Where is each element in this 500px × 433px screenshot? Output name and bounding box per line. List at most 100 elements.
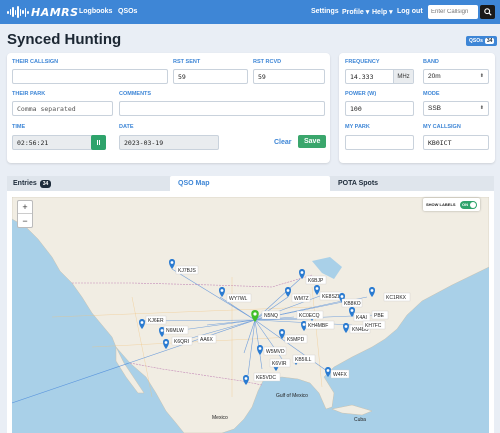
nav-profile-dropdown[interactable]: Profile ▾ <box>342 8 369 16</box>
map-label: N6MLW <box>166 328 184 334</box>
nav-qsos[interactable]: QSOs <box>118 8 137 15</box>
station-settings-card: FREQUENCY 14.333 MHz BAND 20m ⬍ POWER (W… <box>339 53 495 163</box>
tab-entries-label: Entries <box>13 180 37 187</box>
show-labels-toggle[interactable]: ON <box>460 201 477 209</box>
power-label: POWER (W) <box>345 91 377 97</box>
map-label: KC1RKX <box>386 295 407 301</box>
pause-time-button[interactable] <box>91 135 106 150</box>
mode-label: MODE <box>423 91 440 97</box>
zoom-in-button[interactable]: + <box>18 201 32 214</box>
brand-name: HAMRS <box>31 5 79 19</box>
band-label: BAND <box>423 59 439 65</box>
map-label: K6BJP <box>308 278 324 284</box>
frequency-label: FREQUENCY <box>345 59 380 65</box>
qso-badge-count: 34 <box>484 38 495 44</box>
map-label: K6VIR <box>272 361 287 367</box>
map-label: KH7FC <box>365 323 382 329</box>
rst-sent-label: RST SENT <box>173 59 201 65</box>
search-icon <box>483 8 492 16</box>
qso-map[interactable]: KJ7BJS WY7WL K6BJP WM7Z KE8SZL KC1RKX KB… <box>12 197 489 433</box>
my-park-input[interactable] <box>345 135 414 150</box>
rst-sent-input[interactable]: 59 <box>173 69 248 84</box>
nav-logout[interactable]: Log out <box>397 8 423 15</box>
hamrs-logo[interactable]: HAMRS <box>7 6 79 19</box>
time-label: TIME <box>12 124 26 130</box>
home-station-label: N5NQ <box>264 313 278 319</box>
qso-badge-label: QSOs <box>469 38 483 44</box>
pause-icon <box>96 140 101 145</box>
search-button[interactable] <box>480 5 495 19</box>
map-label: KB8KO <box>344 301 361 307</box>
their-callsign-label: THEIR CALLSIGN <box>12 59 59 65</box>
navbar: HAMRS Logbooks QSOs Settings Profile ▾ H… <box>0 0 500 24</box>
waveform-icon <box>7 6 29 18</box>
map-label: KH4MBF <box>308 323 328 329</box>
comments-input[interactable] <box>119 101 325 116</box>
tab-pota-spots[interactable]: POTA Spots <box>338 176 378 191</box>
qso-count-badge: QSOs 34 <box>466 36 498 46</box>
map-label: WM7Z <box>294 296 309 302</box>
map-label: PBE <box>374 313 385 319</box>
frequency-value: 14.333 <box>350 73 374 81</box>
entries-count-badge: 34 <box>39 179 52 188</box>
comments-label: COMMENTS <box>119 91 152 97</box>
map-label: KJ6ER <box>148 318 164 324</box>
map-label: W4FX <box>333 372 348 378</box>
map-canvas: KJ7BJS WY7WL K6BJP WM7Z KE8SZL KC1RKX KB… <box>12 197 489 433</box>
rst-rcvd-input[interactable]: 59 <box>253 69 325 84</box>
tab-qso-map-label: QSO Map <box>178 180 210 187</box>
map-label: K5MPD <box>287 337 305 343</box>
date-label: DATE <box>119 124 134 130</box>
qso-entry-card: THEIR CALLSIGN RST SENT 59 RST RCVD 59 T… <box>7 53 330 163</box>
land-cuba <box>331 404 373 416</box>
their-callsign-input[interactable] <box>12 69 168 84</box>
nav-help-dropdown[interactable]: Help ▾ <box>372 8 393 16</box>
time-input[interactable]: 02:56:21 <box>12 135 94 150</box>
mode-value: SSB <box>428 105 442 112</box>
my-callsign-label: MY CALLSIGN <box>423 124 461 130</box>
show-labels-control: SHOW LABELS ON <box>423 198 480 211</box>
band-select[interactable]: 20m ⬍ <box>423 69 489 84</box>
date-input[interactable]: 2023-03-19 <box>119 135 219 150</box>
nav-logbooks[interactable]: Logbooks <box>79 8 112 15</box>
their-park-input[interactable]: Comma separated <box>12 101 113 116</box>
map-label: KJ7BJS <box>178 268 196 274</box>
map-label: KB5ILL <box>295 357 312 363</box>
tab-pota-spots-label: POTA Spots <box>338 180 379 187</box>
zoom-control: + − <box>17 200 33 228</box>
map-label: KE5VDC <box>256 375 276 381</box>
mode-select[interactable]: SSB ⬍ <box>423 101 489 116</box>
land-north-america <box>12 197 489 433</box>
map-label: K6QRI <box>174 339 189 345</box>
map-label: W5MVD <box>266 349 285 355</box>
power-input[interactable]: 100 <box>345 101 414 116</box>
map-label: WY7WL <box>229 296 248 302</box>
save-button[interactable]: Save <box>298 135 327 148</box>
their-park-label: THEIR PARK <box>12 91 46 97</box>
show-labels-label: SHOW LABELS <box>426 202 456 207</box>
zoom-out-button[interactable]: − <box>18 214 32 227</box>
nav-settings[interactable]: Settings <box>311 8 339 15</box>
toggle-knob <box>470 202 476 208</box>
map-label: K4AI <box>356 315 367 321</box>
clear-button[interactable]: Clear <box>274 139 292 146</box>
tab-bar: Entries 34 QSO Map POTA Spots <box>7 176 494 191</box>
map-pin <box>325 367 331 377</box>
callsign-search-input[interactable] <box>428 5 478 19</box>
region-label: Mexico <box>212 415 228 421</box>
region-label: Cuba <box>354 417 366 423</box>
rst-rcvd-label: RST RCVD <box>253 59 282 65</box>
map-panel: KJ7BJS WY7WL K6BJP WM7Z KE8SZL KC1RKX KB… <box>7 191 494 433</box>
map-label: AA6X <box>200 337 213 343</box>
toggle-state-text: ON <box>462 202 468 207</box>
select-chevron-icon: ⬍ <box>479 73 484 79</box>
tab-qso-map[interactable]: QSO Map <box>170 176 330 191</box>
my-callsign-input[interactable]: KB0ICT <box>423 135 489 150</box>
my-park-label: MY PARK <box>345 124 370 130</box>
tab-entries[interactable]: Entries 34 <box>13 176 52 191</box>
page-title: Synced Hunting <box>7 31 122 48</box>
frequency-unit: MHz <box>393 70 413 83</box>
map-label: KE8SZL <box>322 294 341 300</box>
map-label: KC0ECQ <box>299 313 320 319</box>
frequency-input[interactable]: 14.333 MHz <box>345 69 414 84</box>
